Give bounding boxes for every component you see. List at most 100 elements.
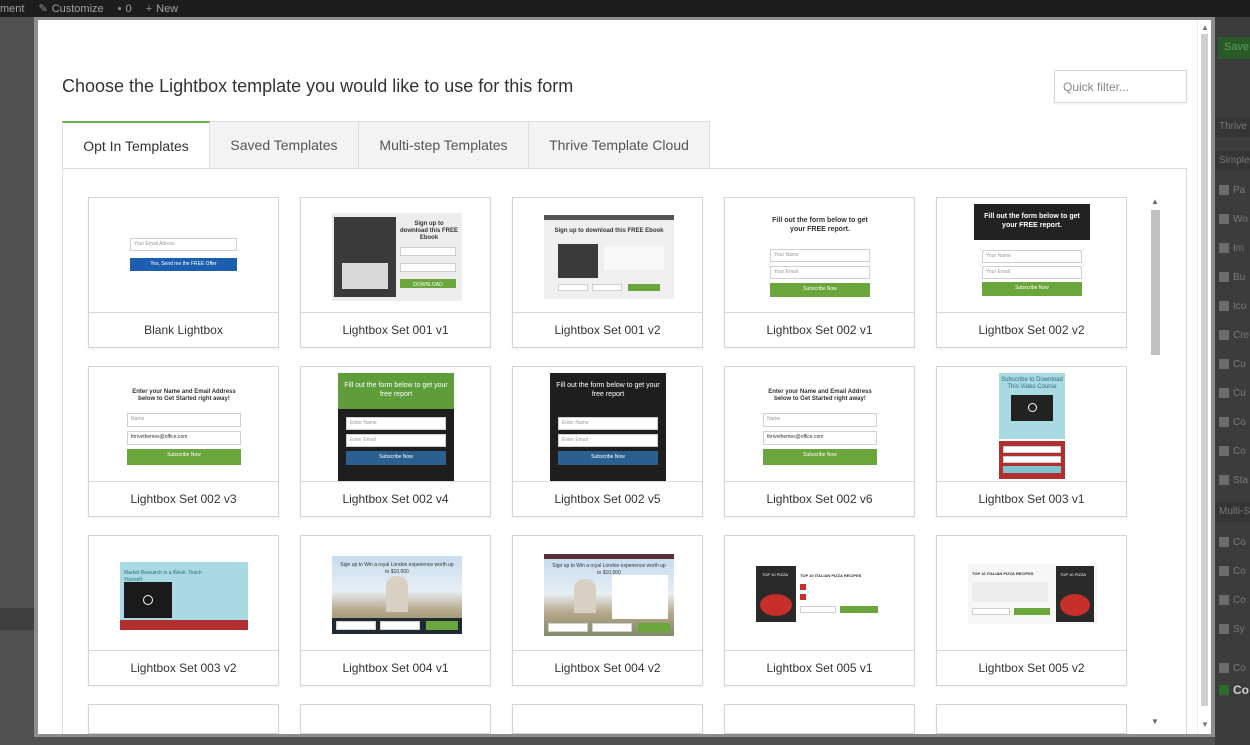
preview-heading: Enter your Name and Email Address below … bbox=[768, 389, 872, 402]
panel-item-symbol[interactable]: Sy bbox=[1219, 619, 1250, 639]
preview-field: Your Name bbox=[982, 250, 1082, 263]
template-card-lightbox-set-002-v4[interactable]: Fill out the form below to get your free… bbox=[300, 366, 491, 517]
preview-heading: TOP 10 ITALIAN PIZZA RECIPES bbox=[972, 571, 1034, 576]
panel-item-content[interactable]: Co bbox=[1219, 412, 1250, 432]
panel-section-multistep[interactable]: Multi-St bbox=[1215, 502, 1250, 522]
template-card-partial[interactable] bbox=[300, 704, 491, 734]
template-preview: Enter your Name and Email Address below … bbox=[89, 367, 278, 482]
preview-field bbox=[592, 284, 622, 291]
scroll-down-icon[interactable]: ▼ bbox=[1201, 720, 1209, 729]
template-name: Lightbox Set 004 v2 bbox=[554, 661, 661, 675]
template-card-lightbox-set-001-v2[interactable]: Sign up to download this FREE Ebook Ligh… bbox=[512, 197, 703, 348]
tab-thrive-template-cloud[interactable]: Thrive Template Cloud bbox=[529, 121, 710, 169]
preview-frame: Fill out the form below to get your free… bbox=[338, 373, 454, 481]
template-card-lightbox-set-004-v1[interactable]: Sign up to Win a royal London experience… bbox=[300, 535, 491, 686]
scroll-up-icon[interactable]: ▲ bbox=[1151, 197, 1159, 206]
preview-book-image bbox=[558, 244, 598, 278]
preview-pizza-image bbox=[760, 594, 792, 616]
code-icon bbox=[1219, 359, 1229, 369]
template-card-lightbox-set-002-v2[interactable]: Fill out the form below to get your FREE… bbox=[936, 197, 1127, 348]
template-card-lightbox-set-005-v2[interactable]: TOP 10 ITALIAN PIZZA RECIPES TOP 10 PIZZ… bbox=[936, 535, 1127, 686]
preview-button: Yes, Send me the FREE Offer bbox=[130, 258, 237, 271]
panel-item-content-reveal[interactable]: Co bbox=[1219, 441, 1250, 461]
grid-scrollbar-thumb[interactable] bbox=[1151, 210, 1160, 355]
template-card-lightbox-set-002-v5[interactable]: Fill out the form below to get your free… bbox=[512, 366, 703, 517]
panel-item-wordpress[interactable]: Wo bbox=[1219, 209, 1250, 229]
rocket-icon bbox=[1219, 301, 1229, 311]
brush-icon: ✎ bbox=[38, 3, 48, 15]
template-card-lightbox-set-003-v2[interactable]: Market Research in a Week: Teach Yoursel… bbox=[88, 535, 279, 686]
panel-item-label: Co bbox=[1233, 662, 1246, 674]
quick-filter-input[interactable]: Quick filter... bbox=[1054, 70, 1187, 103]
preview-field bbox=[1003, 446, 1061, 453]
panel-item-columns[interactable]: Co bbox=[1219, 532, 1250, 552]
template-preview: Subscribe to Download This Video Course bbox=[937, 367, 1126, 482]
tab-opt-in-templates[interactable]: Opt In Templates bbox=[62, 121, 210, 169]
template-preview: Fill out the form below to get your free… bbox=[301, 367, 490, 482]
preview-text-block bbox=[972, 582, 1048, 602]
panel-item-icon[interactable]: Ico bbox=[1219, 296, 1250, 316]
adminbar-customize[interactable]: ✎ Customize bbox=[38, 2, 104, 16]
template-card-lightbox-set-001-v1[interactable]: Sign up to download this FREE Ebook DOWN… bbox=[300, 197, 491, 348]
scroll-down-icon[interactable]: ▼ bbox=[1151, 717, 1159, 726]
template-card-blank-lightbox[interactable]: Your Email Adress Yes, Send me the FREE … bbox=[88, 197, 279, 348]
customize-label: Customize bbox=[51, 2, 104, 15]
template-card-lightbox-set-003-v1[interactable]: Subscribe to Download This Video Course … bbox=[936, 366, 1127, 517]
scroll-up-icon[interactable]: ▲ bbox=[1201, 23, 1209, 32]
panel-section-thrive[interactable]: Thrive bbox=[1215, 117, 1250, 137]
template-card-lightbox-set-005-v1[interactable]: TOP 10 PIZZA TOP 10 ITALIAN PIZZA RECIPE… bbox=[724, 535, 915, 686]
panel-item-paragraph[interactable]: Pa bbox=[1219, 180, 1250, 200]
adminbar-comments[interactable]: ▪ 0 bbox=[118, 3, 132, 15]
preview-button bbox=[1014, 608, 1050, 615]
grid-scrollbar[interactable]: ▲ ▼ bbox=[1149, 197, 1161, 727]
template-card-lightbox-set-002-v3[interactable]: Enter your Name and Email Address below … bbox=[88, 366, 279, 517]
panel-section-simple[interactable]: Simple bbox=[1215, 151, 1250, 171]
modal-scrollbar-thumb[interactable] bbox=[1201, 34, 1208, 706]
panel-item-content-2[interactable]: Co bbox=[1219, 658, 1250, 678]
tab-saved-templates[interactable]: Saved Templates bbox=[210, 121, 359, 169]
panel-item-label: Co bbox=[1233, 416, 1246, 428]
preview-red-panel bbox=[999, 441, 1065, 479]
template-card-partial[interactable] bbox=[724, 704, 915, 734]
panel-item-label: Cu bbox=[1233, 387, 1246, 399]
panel-item-custom[interactable]: Cu bbox=[1219, 383, 1250, 403]
preview-button bbox=[628, 284, 660, 291]
template-name: Lightbox Set 002 v3 bbox=[130, 492, 237, 506]
template-preview: Enter your Name and Email Address below … bbox=[725, 367, 914, 482]
preview-city-image: Sign up to Win a royal London experience… bbox=[332, 556, 462, 634]
adminbar-new[interactable]: + New bbox=[146, 3, 178, 15]
panel-item-credit[interactable]: Cre bbox=[1219, 325, 1250, 345]
preview-button bbox=[840, 606, 878, 613]
template-name: Lightbox Set 003 v2 bbox=[130, 661, 237, 675]
template-card-partial[interactable] bbox=[512, 704, 703, 734]
template-card-lightbox-set-002-v6[interactable]: Enter your Name and Email Address below … bbox=[724, 366, 915, 517]
panel-item-content-box[interactable]: Co bbox=[1219, 590, 1250, 610]
adminbar-item-comments-label[interactable]: ment bbox=[0, 3, 24, 15]
preview-field: Enter Name bbox=[558, 417, 658, 430]
tab-multi-step-templates[interactable]: Multi-step Templates bbox=[359, 121, 529, 169]
panel-item-image[interactable]: Im bbox=[1219, 238, 1250, 258]
comment-count: 0 bbox=[125, 2, 132, 15]
template-tabs: Opt In Templates Saved Templates Multi-s… bbox=[62, 121, 710, 169]
template-card-lightbox-set-002-v1[interactable]: Fill out the form below to get your FREE… bbox=[724, 197, 915, 348]
template-modal: Choose the Lightbox template you would l… bbox=[34, 17, 1215, 737]
arrow-icon bbox=[1219, 663, 1229, 673]
panel-item-custom-html[interactable]: Cu bbox=[1219, 354, 1250, 374]
template-card-partial[interactable] bbox=[936, 704, 1127, 734]
panel-item-button[interactable]: Bu bbox=[1219, 267, 1250, 287]
preview-text-block bbox=[604, 246, 664, 270]
preview-frame: Sign up to download this FREE Ebook DOWN… bbox=[332, 213, 462, 301]
preview-button: Subscribe Now bbox=[770, 283, 870, 297]
panel-item-star[interactable]: Sta bbox=[1219, 470, 1250, 490]
panel-item-label: Co bbox=[1233, 683, 1249, 697]
panel-item-label: Co bbox=[1233, 565, 1246, 577]
template-card-lightbox-set-004-v2[interactable]: Sign up to Win a royal London experience… bbox=[512, 535, 703, 686]
panel-item-bottom[interactable]: Co bbox=[1219, 680, 1250, 700]
template-card-partial[interactable] bbox=[88, 704, 279, 734]
panel-item-columns-2[interactable]: Co bbox=[1219, 561, 1250, 581]
save-button[interactable]: Save bbox=[1218, 37, 1250, 59]
image-icon bbox=[1219, 243, 1229, 253]
preview-bullet bbox=[800, 594, 806, 600]
preview-field bbox=[800, 606, 836, 613]
modal-scrollbar[interactable]: ▲ ▼ bbox=[1197, 20, 1211, 734]
